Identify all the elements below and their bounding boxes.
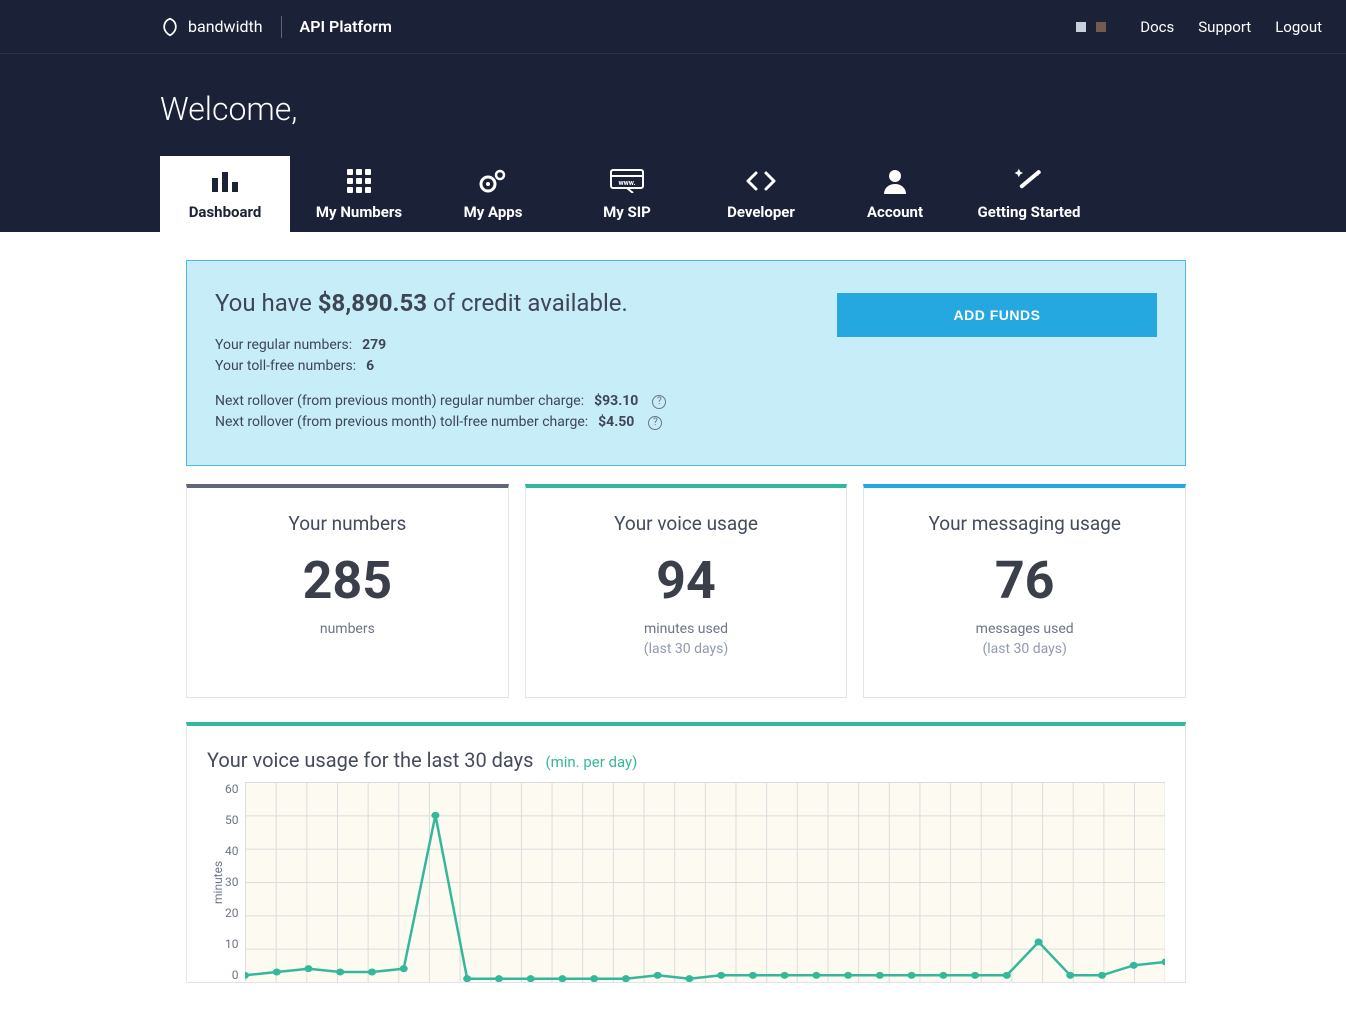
credit-panel: You have $8,890.53 of credit available. … [186, 260, 1186, 466]
card-title: Your numbers [197, 512, 498, 535]
card-unit: numbers [197, 621, 498, 637]
card-title: Your messaging usage [874, 512, 1175, 535]
bar-chart-icon [210, 167, 240, 195]
chart-ylabel: minutes [207, 782, 225, 982]
chart-subtitle: (min. per day) [545, 753, 637, 771]
credit-suffix: of credit available. [427, 289, 628, 317]
card-sub: (last 30 days) [536, 641, 837, 657]
tab-label: Developer [727, 203, 795, 221]
topnav: Docs Support Logout [1076, 18, 1322, 36]
main-tabs: Dashboard My Numbers My Apps www. My SIP [160, 156, 1346, 232]
code-icon [746, 167, 776, 195]
brand-logo-icon [160, 17, 180, 37]
card-sub: (last 30 days) [874, 641, 1175, 657]
rollover-regular-label: Next rollover (from previous month) regu… [215, 391, 584, 412]
chart-ytick: 60 [225, 782, 239, 796]
card-value: 285 [197, 555, 498, 607]
main-content: You have $8,890.53 of credit available. … [0, 232, 1346, 1023]
chart-ytick: 20 [225, 906, 239, 920]
card-unit: minutes used [536, 621, 837, 637]
gears-icon [478, 167, 508, 195]
rollover-regular-value: $93.10 [594, 391, 638, 412]
chart-plot [245, 782, 1166, 982]
credit-prefix: You have [215, 289, 318, 317]
status-square-icon [1096, 22, 1106, 32]
card-messaging-usage: Your messaging usage 76 messages used (l… [863, 484, 1186, 698]
tab-account[interactable]: Account [830, 156, 960, 232]
chart-line-svg [245, 782, 1166, 982]
nav-support[interactable]: Support [1198, 18, 1251, 36]
rollover-tollfree-label: Next rollover (from previous month) toll… [215, 412, 588, 433]
help-icon[interactable]: ? [648, 416, 662, 430]
grid-icon [345, 167, 373, 195]
chart-ytick: 50 [225, 813, 239, 827]
chart-ytick: 10 [225, 937, 239, 951]
card-title: Your voice usage [536, 512, 837, 535]
status-indicators [1076, 22, 1106, 32]
credit-info: You have $8,890.53 of credit available. … [215, 289, 666, 433]
nav-docs[interactable]: Docs [1140, 18, 1174, 36]
tollfree-numbers-value: 6 [366, 356, 374, 377]
card-your-numbers: Your numbers 285 numbers [186, 484, 509, 698]
magic-wand-icon [1014, 167, 1044, 195]
credit-details: Your regular numbers: 279 Your toll-free… [215, 335, 666, 433]
top-bar: bandwidth API Platform Docs Support Logo… [0, 0, 1346, 54]
card-unit: messages used [874, 621, 1175, 637]
status-square-icon [1076, 22, 1086, 32]
brand: bandwidth API Platform [160, 16, 392, 38]
chart-ytick: 40 [225, 844, 239, 858]
card-value: 94 [536, 555, 837, 607]
tab-label: My Numbers [316, 203, 402, 221]
tollfree-numbers-label: Your toll-free numbers: [215, 356, 356, 377]
help-icon[interactable]: ? [652, 395, 666, 409]
tab-label: My SIP [603, 203, 651, 221]
brand-platform: API Platform [300, 17, 392, 36]
user-icon [882, 167, 908, 195]
chart-area: minutes 60 50 40 30 20 10 0 [207, 782, 1165, 982]
tab-dashboard[interactable]: Dashboard [160, 156, 290, 232]
tab-my-sip[interactable]: www. My SIP [562, 156, 692, 232]
brand-divider [281, 16, 282, 38]
browser-www-icon: www. [610, 167, 644, 195]
add-funds-button[interactable]: ADD FUNDS [837, 293, 1157, 337]
chart-yaxis: 60 50 40 30 20 10 0 [225, 782, 245, 982]
rollover-tollfree-value: $4.50 [598, 412, 634, 433]
card-value: 76 [874, 555, 1175, 607]
nav-logout[interactable]: Logout [1275, 18, 1322, 36]
tab-my-apps[interactable]: My Apps [428, 156, 558, 232]
regular-numbers-value: 279 [362, 335, 386, 356]
tab-getting-started[interactable]: Getting Started [964, 156, 1094, 232]
tab-label: Dashboard [189, 203, 262, 221]
tab-developer[interactable]: Developer [696, 156, 826, 232]
svg-text:www.: www. [618, 179, 635, 187]
welcome-title: Welcome, [160, 90, 1346, 128]
chart-ytick: 30 [225, 875, 239, 889]
tab-label: Account [867, 203, 923, 221]
card-voice-usage: Your voice usage 94 minutes used (last 3… [525, 484, 848, 698]
tab-my-numbers[interactable]: My Numbers [294, 156, 424, 232]
tab-label: My Apps [464, 203, 523, 221]
stat-cards: Your numbers 285 numbers Your voice usag… [186, 484, 1186, 698]
tab-label: Getting Started [978, 203, 1081, 221]
voice-usage-chart-panel: Your voice usage for the last 30 days (m… [186, 722, 1186, 983]
credit-amount: $8,890.53 [318, 289, 427, 317]
brand-name: bandwidth [188, 17, 263, 36]
chart-title: Your voice usage for the last 30 days [207, 748, 533, 772]
hero: Welcome, Dashboard My Numbers My Apps ww… [0, 54, 1346, 232]
regular-numbers-label: Your regular numbers: [215, 335, 352, 356]
credit-available: You have $8,890.53 of credit available. [215, 289, 666, 317]
chart-ytick: 0 [225, 968, 239, 982]
